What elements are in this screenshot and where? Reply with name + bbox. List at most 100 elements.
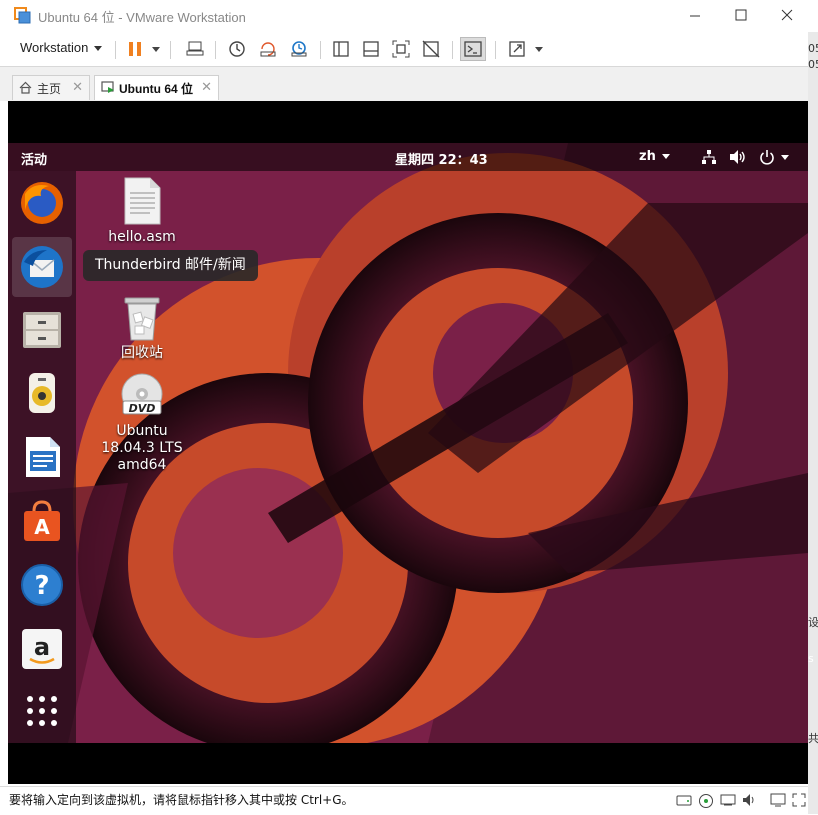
toolbar-divider	[215, 41, 216, 59]
full-screen-button[interactable]	[388, 37, 414, 61]
dock-help[interactable]: ?	[12, 555, 72, 615]
console-view-button[interactable]	[460, 37, 486, 61]
tab-home[interactable]: 主页 ✕	[12, 75, 90, 100]
snapshot-clock-icon	[229, 41, 245, 57]
dvd-icon: DVD	[121, 373, 163, 415]
dock-show-applications[interactable]	[12, 681, 72, 741]
activities-button[interactable]: 活动	[21, 149, 47, 168]
fullscreen-exit-icon[interactable]	[792, 793, 806, 807]
unity-mode-icon	[422, 40, 440, 58]
trash-icon	[124, 297, 160, 341]
pause-button[interactable]	[122, 37, 148, 61]
close-button[interactable]	[772, 4, 802, 28]
dock-thunderbird[interactable]	[12, 237, 72, 297]
title-bar: Ubuntu 64 位 - VMware Workstation	[0, 0, 818, 32]
thumbnail-bar-icon	[363, 41, 379, 57]
vmware-app-icon	[14, 7, 31, 24]
files-icon	[23, 312, 61, 348]
chevron-down-icon	[781, 154, 789, 160]
hard-disk-icon[interactable]	[676, 793, 692, 807]
close-icon	[781, 9, 793, 21]
background-fragment: 05	[808, 42, 818, 55]
background-fragment: 05	[808, 58, 818, 71]
desktop-icon-label-line: Ubuntu	[116, 423, 168, 439]
vmware-toolbar: Workstation	[0, 32, 808, 67]
input-method-label: zh	[639, 149, 656, 164]
vm-icon	[101, 81, 114, 93]
rhythmbox-icon	[29, 373, 55, 413]
pause-dropdown-icon[interactable]	[152, 47, 160, 52]
show-library-button[interactable]	[328, 37, 354, 61]
amazon-icon: a	[22, 629, 62, 669]
desktop-icon-ubuntu-dvd[interactable]: DVD Ubuntu 18.04.3 LTS amd64	[87, 373, 197, 474]
snapshot-manager-icon	[291, 41, 307, 57]
tab-ubuntu-vm-label: Ubuntu 64 位	[119, 82, 193, 96]
stretch-dropdown-icon[interactable]	[535, 47, 543, 52]
unity-mode-button[interactable]	[418, 37, 444, 61]
desktop-icon-label-line: 18.04.3 LTS	[101, 440, 183, 456]
send-ctrl-alt-del-button[interactable]	[182, 37, 208, 61]
tab-ubuntu-vm-close-icon[interactable]: ✕	[201, 79, 212, 95]
toolbar-divider	[452, 41, 453, 59]
dock-tooltip: Thunderbird 邮件/新闻	[83, 250, 258, 281]
window-title: Ubuntu 64 位 - VMware Workstation	[38, 10, 246, 25]
desktop-icon-label: hello.asm	[108, 229, 176, 245]
minimize-icon	[690, 15, 700, 17]
dock-libreoffice-writer[interactable]	[12, 427, 72, 487]
dock-ubuntu-software[interactable]: A	[12, 491, 72, 551]
stretch-icon	[509, 41, 525, 57]
dock-rhythmbox[interactable]	[12, 363, 72, 423]
firefox-icon	[21, 182, 63, 224]
maximize-button[interactable]	[726, 4, 756, 28]
chevron-down-icon	[661, 154, 670, 159]
dock-firefox[interactable]	[12, 173, 72, 233]
display-icon[interactable]	[770, 793, 786, 807]
clock[interactable]: 星期四 22：43	[395, 149, 488, 168]
tab-home-close-icon[interactable]: ✕	[72, 79, 83, 95]
library-pane-icon	[333, 41, 349, 57]
status-message: 要将输入定向到该虚拟机，请将鼠标指针移入其中或按 Ctrl+G。	[9, 793, 354, 807]
workstation-menu[interactable]: Workstation	[12, 37, 110, 59]
dock-amazon[interactable]: a	[12, 619, 72, 679]
libreoffice-writer-icon	[26, 437, 60, 477]
background-fragment: 共	[808, 732, 818, 745]
tab-bar: 主页 ✕ Ubuntu 64 位 ✕	[0, 67, 808, 101]
system-menu[interactable]	[759, 149, 789, 165]
dock-files[interactable]	[12, 299, 72, 359]
svg-text:A: A	[34, 515, 50, 539]
tab-ubuntu-vm[interactable]: Ubuntu 64 位 ✕	[94, 75, 219, 100]
desktop-icon-label-line: amd64	[117, 457, 167, 473]
desktop-icon-trash[interactable]: 回收站	[87, 295, 197, 362]
console-icon	[464, 41, 482, 57]
input-method-menu[interactable]: zh	[639, 149, 670, 164]
network-adapter-icon[interactable]	[720, 793, 736, 807]
workstation-menu-label: Workstation	[20, 40, 89, 55]
maximize-icon	[735, 9, 747, 21]
full-screen-icon	[392, 40, 410, 58]
thunderbird-icon	[21, 246, 63, 288]
tab-home-label: 主页	[37, 82, 62, 96]
show-thumbnail-bar-button[interactable]	[358, 37, 384, 61]
chevron-down-icon	[94, 46, 103, 52]
minimize-button[interactable]	[680, 4, 710, 28]
svg-text:a: a	[34, 633, 50, 661]
vm-console[interactable]: 活动 星期四 22：43 zh A ? a Thunderbird 邮件/新闻 …	[8, 101, 808, 784]
sound-card-icon[interactable]	[742, 793, 756, 809]
revert-snapshot-icon	[260, 42, 276, 57]
snapshot-manager-button[interactable]	[286, 37, 312, 61]
cd-dvd-icon[interactable]	[698, 793, 714, 809]
volume-icon[interactable]	[729, 149, 747, 165]
status-bar: 要将输入定向到该虚拟机，请将鼠标指针移入其中或按 Ctrl+G。	[0, 786, 808, 815]
pause-icon	[129, 42, 141, 56]
software-center-icon: A	[24, 500, 60, 541]
revert-snapshot-button[interactable]	[255, 37, 281, 61]
svg-text:?: ?	[34, 571, 49, 601]
svg-text:DVD: DVD	[129, 402, 156, 415]
snapshot-button[interactable]	[224, 37, 250, 61]
desktop-icon-hello-asm[interactable]: hello.asm	[87, 177, 197, 246]
stretch-guest-button[interactable]	[504, 37, 530, 61]
network-icon[interactable]	[701, 149, 717, 165]
gnome-top-bar: 活动 星期四 22：43 zh	[8, 143, 808, 171]
show-apps-icon	[27, 696, 57, 726]
power-icon	[760, 150, 774, 165]
